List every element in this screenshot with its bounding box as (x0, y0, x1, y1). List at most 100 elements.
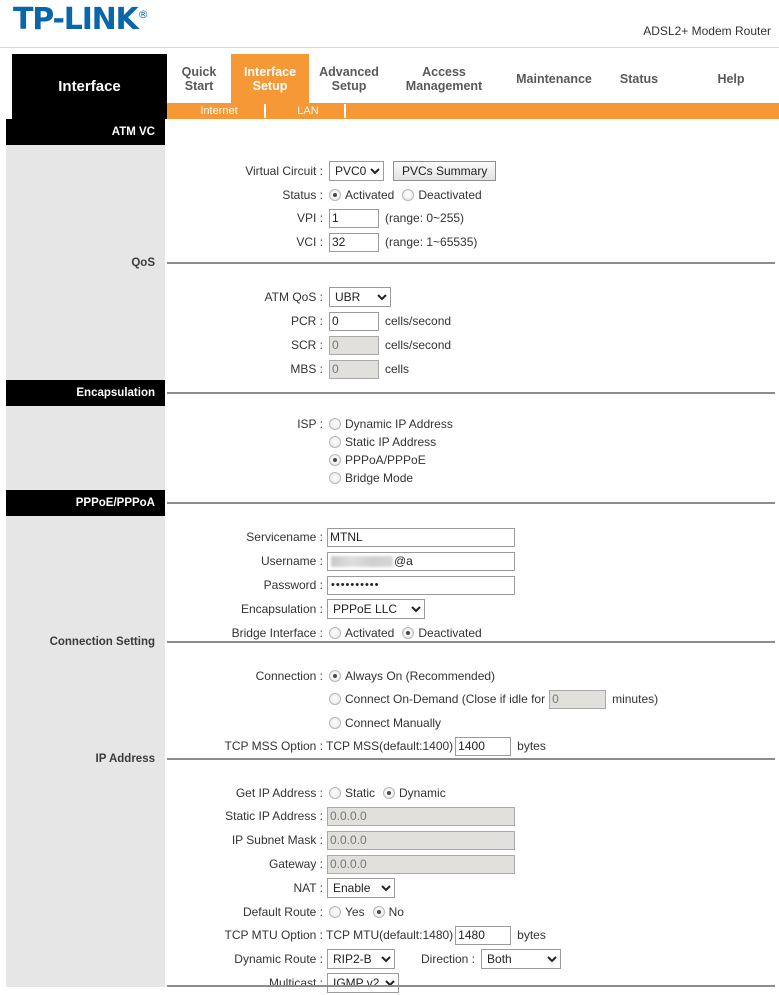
username-visible-text: @a (394, 554, 413, 568)
isp-option-label-3: Bridge Mode (345, 471, 414, 485)
control-dynamic-route: RIP2-B Direction : Both (327, 949, 562, 969)
section-header-pppoe-pppoa: PPPoE/PPPoA (0, 490, 779, 516)
main-tabs: Quick Start Interface Setup Advanced Set… (167, 54, 779, 103)
connection-radio-on-demand[interactable]: Connect On-Demand (Close if idle for (329, 692, 545, 706)
tab-interface-setup-line1: Interface (243, 64, 297, 79)
connection-radio-manually[interactable]: Connect Manually (329, 716, 441, 730)
default-route-radio-yes[interactable]: Yes (329, 905, 365, 919)
row-servicename: Servicename : (0, 525, 779, 549)
row-gateway: Gateway : (0, 852, 779, 876)
control-connection-on-demand: Connect On-Demand (Close if idle for min… (329, 689, 658, 709)
default-route-yes-label: Yes (345, 904, 365, 919)
multicast-select[interactable]: IGMP v2 (327, 973, 399, 993)
get-ip-radio-dynamic[interactable]: Dynamic (383, 786, 446, 800)
status-activated-label: Activated (345, 187, 395, 202)
tcp-mtu-prefix: TCP MTU(default:1480) (326, 928, 454, 942)
label-vci: VCI : (296, 235, 323, 249)
row-vpi: VPI : (range: 0~255) (0, 206, 779, 230)
redacted-text-icon (331, 555, 393, 567)
radio-on-icon (329, 454, 341, 466)
section-header-encapsulation: Encapsulation (0, 380, 779, 406)
subtab-lan[interactable]: LAN (273, 103, 343, 119)
isp-radio-static-ip[interactable]: Static IP Address (329, 435, 436, 449)
control-scr: cells/second (329, 335, 451, 355)
section-divider-qos (167, 262, 775, 264)
control-virtual-circuit: PVC0 PVCs Summary (329, 161, 497, 181)
tab-quick-start[interactable]: Quick Start (167, 54, 231, 103)
get-ip-dynamic-label: Dynamic (399, 785, 446, 800)
row-tcp-mtu: TCP MTU Option : TCP MTU(default:1480) b… (0, 923, 779, 947)
section-divider-pppoe-pppoa (167, 502, 775, 504)
control-tcp-mtu: TCP MTU(default:1480) bytes (326, 925, 546, 945)
label-vpi: VPI : (296, 211, 323, 225)
radio-off-icon (329, 418, 341, 430)
radio-off-icon (329, 436, 341, 448)
label-multicast: Multicast : (268, 976, 323, 990)
control-default-route: Yes No (329, 905, 412, 919)
content-area: ATM VC Virtual Circuit : PVC0 PVCs Summa… (0, 119, 779, 993)
section-header-connection-setting: Connection Setting (0, 629, 779, 655)
tab-maintenance[interactable]: Maintenance (507, 54, 601, 103)
label-get-ip-address: Get IP Address : (235, 785, 323, 800)
vpi-input[interactable] (329, 208, 379, 228)
section-title-atm-vc: ATM VC (6, 119, 165, 145)
servicename-input[interactable] (327, 527, 515, 547)
virtual-circuit-select[interactable]: PVC0 (329, 161, 384, 181)
row-static-ip-address: Static IP Address : (0, 804, 779, 828)
tab-help[interactable]: Help (703, 54, 759, 103)
label-encapsulation-type: Encapsulation : (240, 602, 323, 616)
password-input[interactable]: •••••••••• (327, 575, 515, 595)
tab-access-management-line1: Access (422, 64, 466, 79)
pvcs-summary-button[interactable]: PVCs Summary (393, 161, 497, 181)
status-radio-activated[interactable]: Activated (329, 188, 394, 202)
dynamic-route-select[interactable]: RIP2-B (327, 949, 395, 969)
subtab-internet[interactable]: Internet (177, 103, 261, 119)
radio-off-icon (329, 472, 341, 484)
section-body-qos: ATM QoS : UBR PCR : cells/second SCR : c… (0, 276, 779, 380)
encapsulation-select[interactable]: PPPoE LLC (327, 599, 425, 619)
default-route-radio-no[interactable]: No (372, 904, 404, 919)
tab-advanced-setup[interactable]: Advanced Setup (309, 54, 389, 103)
get-ip-radio-static[interactable]: Static (329, 786, 375, 800)
isp-radio-bridge-mode[interactable]: Bridge Mode (329, 471, 413, 485)
control-nat: Enable (327, 878, 395, 898)
control-static-ip-address (327, 806, 515, 826)
radio-off-icon (329, 786, 341, 799)
atm-qos-select[interactable]: UBR (329, 287, 391, 307)
section-divider-encapsulation (167, 392, 775, 394)
row-status: Status : Activated Deactivated (0, 183, 779, 206)
tab-quick-start-line1: Quick (181, 64, 217, 79)
mbs-unit: cells (385, 362, 410, 376)
device-model-label: ADSL2+ Modem Router (643, 24, 771, 38)
vci-input[interactable] (329, 232, 379, 252)
tcp-mtu-input[interactable] (455, 925, 512, 945)
row-get-ip-address: Get IP Address : Static Dynamic (0, 781, 779, 804)
status-radio-deactivated[interactable]: Deactivated (402, 188, 482, 202)
section-body-atm-vc: Virtual Circuit : PVC0 PVCs Summary Stat… (0, 145, 779, 252)
section-title-connection-setting: Connection Setting (6, 629, 165, 655)
row-scr: SCR : cells/second (0, 333, 779, 357)
tab-interface-setup[interactable]: Interface Setup (231, 54, 309, 103)
row-connection-on-demand: Connect On-Demand (Close if idle for min… (0, 687, 779, 711)
direction-select[interactable]: Both (481, 949, 562, 969)
row-nat: NAT : Enable (0, 876, 779, 900)
section-title-ip-address: IP Address (6, 746, 165, 772)
label-username: Username : (260, 554, 323, 568)
control-get-ip-address: Static Dynamic (329, 786, 454, 800)
default-route-no-label: No (388, 904, 404, 919)
get-ip-radio-group: Static Dynamic (329, 786, 454, 800)
connection-radio-always-on[interactable]: Always On (Recommended) (329, 669, 495, 683)
pcr-input[interactable] (329, 311, 379, 331)
label-isp: ISP : (297, 417, 323, 431)
tab-advanced-setup-line2: Setup (331, 78, 367, 93)
subtab-separator-1 (264, 104, 266, 118)
isp-radio-pppoa-pppoe[interactable]: PPPoA/PPPoE (329, 453, 426, 467)
tab-access-management[interactable]: Access Management (389, 54, 499, 103)
tab-maintenance-label: Maintenance (516, 71, 592, 86)
tab-status[interactable]: Status (609, 54, 669, 103)
radio-off-icon (329, 716, 341, 729)
username-input[interactable]: @a (327, 551, 515, 571)
isp-radio-dynamic-ip[interactable]: Dynamic IP Address (329, 417, 453, 431)
tab-help-label: Help (717, 71, 745, 86)
nat-select[interactable]: Enable (327, 878, 395, 898)
